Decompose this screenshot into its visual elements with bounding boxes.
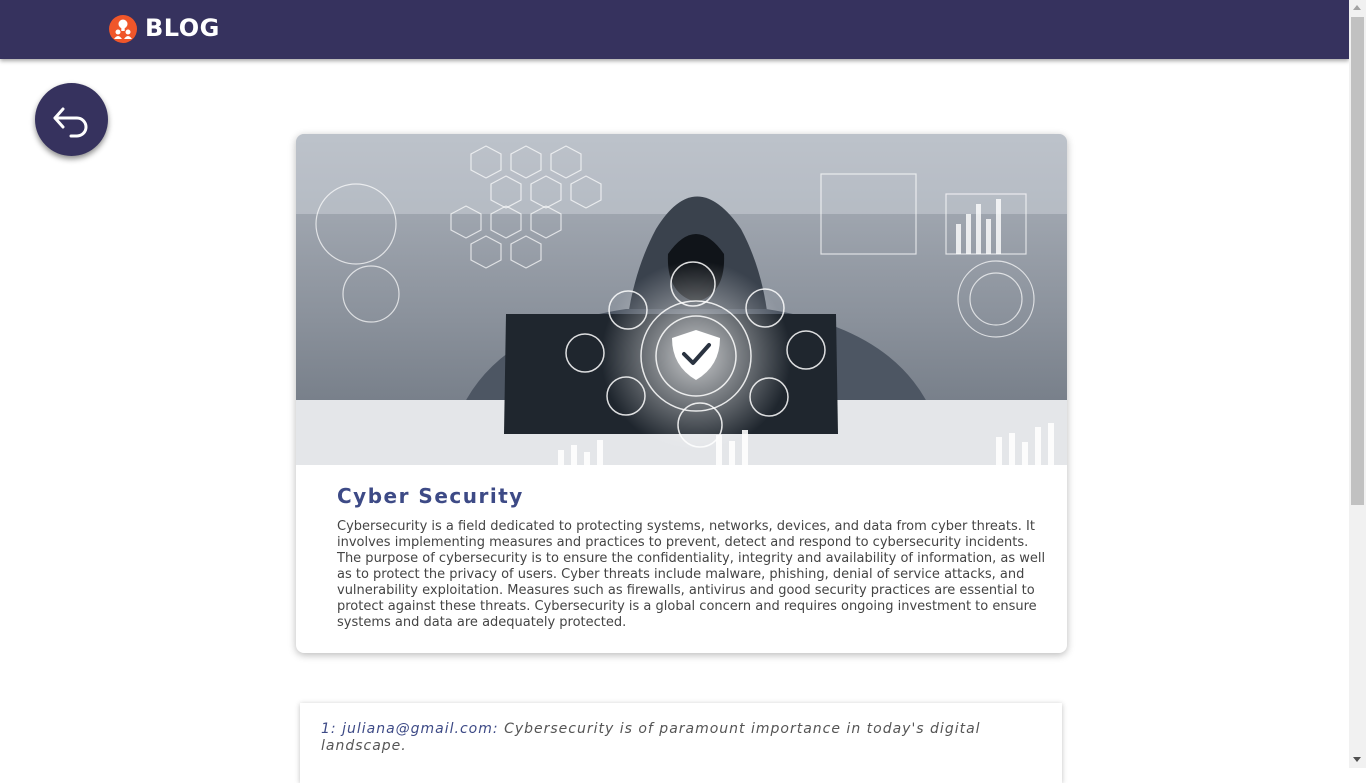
comment-text: 1: juliana@gmail.com: Cybersecurity is o… [321,721,1021,755]
brand-title[interactable]: BLOG [145,14,220,42]
post-title: Cyber Security [337,484,524,508]
people-lightbulb-icon[interactable] [109,15,137,43]
comment-author: 1: juliana@gmail.com: [321,721,499,737]
post-card: Cyber Security Cybersecurity is a field … [296,134,1067,653]
back-button[interactable] [35,83,108,156]
post-hero-image [296,134,1067,465]
scroll-down-arrow-icon[interactable] [1353,757,1361,762]
comment-item: 1: juliana@gmail.com: Cybersecurity is o… [300,703,1062,783]
post-body: Cybersecurity is a field dedicated to pr… [337,519,1046,630]
scrollbar-thumb[interactable] [1351,17,1364,505]
undo-arrow-icon [53,107,88,138]
scroll-up-arrow-icon[interactable] [1353,5,1361,10]
vertical-scrollbar[interactable] [1349,0,1366,768]
top-navbar: BLOG [0,0,1349,59]
